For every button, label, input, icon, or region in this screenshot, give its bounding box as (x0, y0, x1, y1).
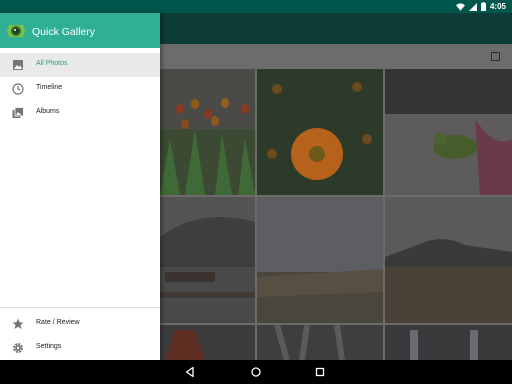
nav-item-timeline[interactable]: Timeline (0, 77, 160, 101)
photo-grid (160, 69, 512, 360)
wifi-icon (455, 2, 465, 11)
nav-item-all-photos[interactable]: All Photos (0, 53, 160, 77)
photo-thumbnail[interactable] (385, 69, 512, 195)
system-navigation-bar (0, 360, 512, 384)
back-icon[interactable] (184, 366, 196, 378)
camera-lens-icon (7, 25, 25, 37)
photo-thumbnail[interactable] (160, 325, 255, 360)
photo-thumbnail[interactable] (257, 69, 383, 195)
photo-thumbnail[interactable] (385, 197, 512, 323)
photo-thumbnail[interactable] (385, 325, 512, 360)
photo-thumbnail[interactable] (160, 197, 255, 323)
drawer-header: Quick Gallery (0, 13, 160, 48)
image-icon (13, 60, 23, 70)
navigation-drawer: Quick Gallery All Photos Timeline Albums (0, 13, 160, 360)
nav-item-rate-review[interactable]: Rate / Review (0, 312, 160, 336)
drawer-divider (0, 307, 160, 308)
select-all-checkbox[interactable] (491, 52, 500, 61)
nav-label: Timeline (36, 84, 63, 91)
nav-label: All Photos (36, 60, 68, 67)
signal-icon (468, 2, 477, 11)
nav-item-albums[interactable]: Albums (0, 101, 160, 125)
albums-icon (12, 107, 24, 118)
clock-icon (12, 83, 24, 95)
status-bar: 4:05 (0, 0, 512, 13)
nav-label: Rate / Review (36, 319, 80, 326)
clock: 4:05 (489, 2, 506, 11)
photo-thumbnail[interactable] (257, 325, 383, 360)
recents-icon[interactable] (314, 366, 326, 378)
drawer-bottom-nav: Rate / Review Settings (0, 312, 160, 360)
app-title: Quick Gallery (32, 26, 96, 38)
battery-icon (480, 2, 486, 11)
drawer-nav: All Photos Timeline Albums (0, 53, 160, 125)
nav-label: Albums (36, 108, 60, 115)
gear-icon (13, 343, 23, 353)
star-icon (12, 318, 24, 329)
photo-thumbnail[interactable] (257, 197, 383, 323)
status-icons: 4:05 (455, 1, 506, 12)
home-icon[interactable] (250, 366, 262, 378)
photo-thumbnail[interactable] (160, 69, 255, 195)
nav-label: Settings (36, 343, 62, 350)
nav-item-settings[interactable]: Settings (0, 336, 160, 360)
